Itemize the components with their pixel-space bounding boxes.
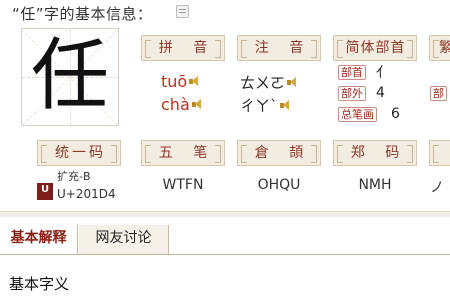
traditional-header-partial: 繁	[429, 35, 450, 61]
info-title-row: “任”字的基本信息：	[0, 0, 450, 24]
partial-code-value: ノ	[430, 180, 444, 196]
speaker-icon[interactable]	[279, 99, 292, 112]
total-strokes-tag: 总笔画	[338, 107, 377, 122]
radical-tag: 部首	[338, 65, 366, 80]
speaker-icon[interactable]	[191, 98, 204, 111]
cangjie-value: OHQU	[257, 177, 301, 193]
toggle-icon[interactable]	[176, 5, 189, 18]
radical-value: 亻	[376, 65, 390, 81]
outside-strokes-value: 4	[376, 85, 385, 101]
total-strokes-value: 6	[391, 106, 400, 122]
pinyin-reading-1: tuō	[161, 72, 201, 91]
tab-basic-explanation[interactable]: 基本解释	[0, 225, 78, 254]
unicode-header: 统一码	[37, 140, 121, 166]
zhuyin-reading-2: ㄔㄚˋ	[240, 95, 292, 116]
speaker-icon[interactable]	[189, 75, 201, 88]
character-display-box: 任	[21, 28, 119, 126]
pinyin-reading-2: chà	[161, 95, 204, 114]
traditional-tag-partial: 部	[430, 86, 447, 101]
pinyin-header: 拼 音	[141, 35, 225, 61]
info-title: “任”字的基本信息：	[12, 5, 153, 23]
wubi-value: WTFN	[162, 177, 204, 193]
section-divider	[0, 211, 450, 217]
zhengma-header: 郑 码	[333, 140, 417, 166]
outside-strokes-tag: 部外	[338, 86, 366, 101]
speaker-icon[interactable]	[287, 76, 299, 89]
zhuyin-reading-1: ㄊㄨㄛ	[240, 72, 299, 93]
radical-header: 简体部首	[333, 35, 417, 61]
explanation-tabs: 基本解释 网友讨论	[0, 225, 450, 255]
zhengma-value: NMH	[358, 177, 392, 193]
tab-user-discussion[interactable]: 网友讨论	[79, 225, 169, 254]
cangjie-header: 倉 頡	[237, 140, 321, 166]
zhuyin-header: 注 音	[237, 35, 321, 61]
partial-header	[429, 140, 450, 166]
wubi-header: 五 笔	[141, 140, 225, 166]
basic-meaning-title: 基本字义	[9, 275, 70, 293]
unicode-block: 扩充-B	[57, 170, 91, 183]
character-glyph: 任	[30, 31, 109, 121]
unicode-value: U+201D4	[57, 187, 116, 201]
unicode-logo-icon: U	[37, 183, 53, 200]
